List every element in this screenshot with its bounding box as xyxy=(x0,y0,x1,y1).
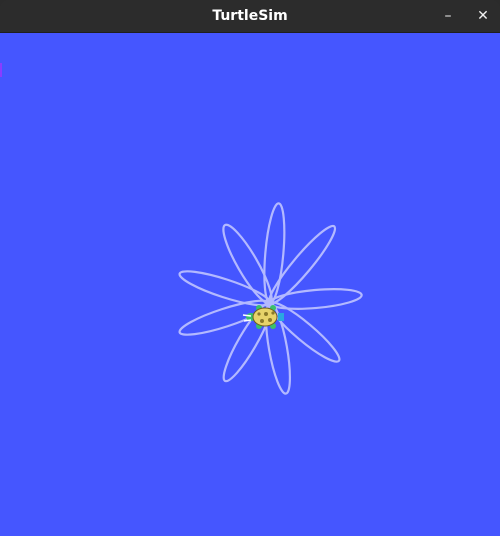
turtle-canvas xyxy=(0,33,500,536)
canvas-drawing xyxy=(178,202,363,395)
canvas-edge-marker xyxy=(0,63,2,77)
turtle-shell-spot xyxy=(257,312,261,316)
window-title: TurtleSim xyxy=(212,8,288,24)
turtle-shell xyxy=(252,307,278,327)
pen-trail-petal xyxy=(222,223,273,305)
pen-trail-petal xyxy=(178,270,272,307)
close-button[interactable]: ✕ xyxy=(471,4,495,28)
title-bar[interactable]: TurtleSim – ✕ xyxy=(0,0,500,33)
turtle-shell-spot xyxy=(268,318,272,322)
minimize-icon: – xyxy=(444,8,452,24)
pen-trail-flower xyxy=(178,202,363,395)
minimize-button[interactable]: – xyxy=(436,4,460,28)
pen-trail-petal xyxy=(268,288,363,310)
turtle-shell-spot xyxy=(264,312,268,316)
turtle-tail xyxy=(278,313,284,321)
turtle-whisker xyxy=(242,314,252,317)
turtle-whisker xyxy=(243,319,252,322)
turtlesim-window: TurtleSim – ✕ xyxy=(0,0,500,536)
turtle-shell-spot xyxy=(260,319,264,323)
turtle-shell-spot xyxy=(271,311,275,315)
close-icon: ✕ xyxy=(477,8,489,24)
